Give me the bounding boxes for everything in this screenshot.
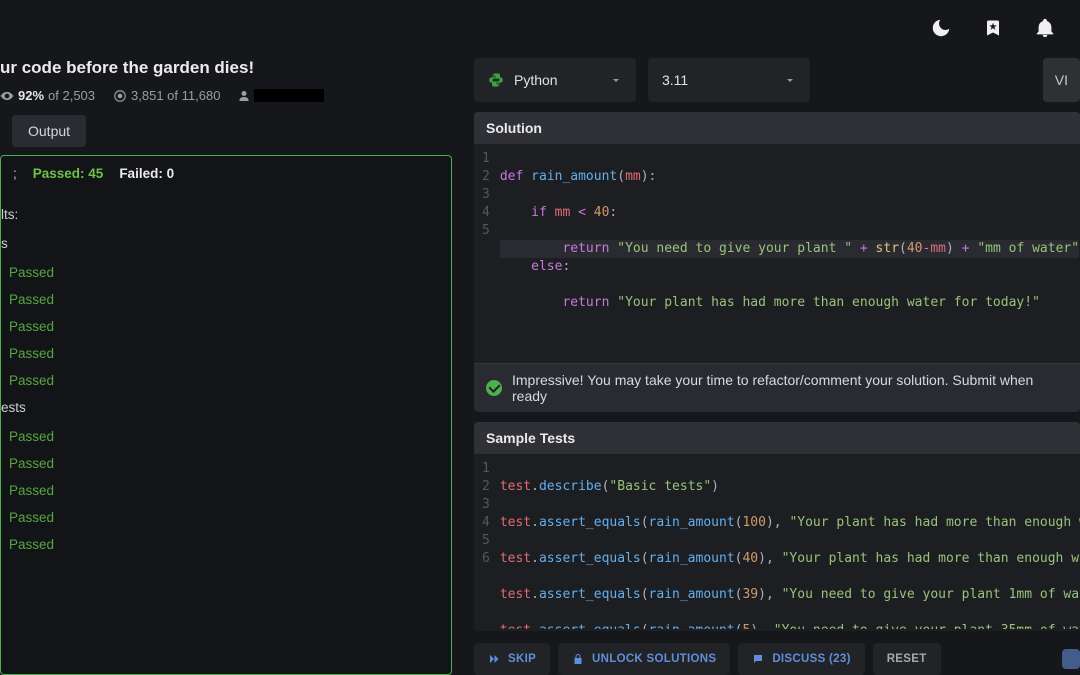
python-icon [488,72,504,88]
chevron-down-icon [610,74,622,86]
line-number: 1 [482,150,490,168]
solution-editor[interactable]: 1 2 3 4 5 def rain_amount(mm): if mm < 4… [474,144,1080,363]
test-result: Passed [1,531,451,558]
passed-count: Passed: 45 [33,166,104,181]
unlock-solutions-button[interactable]: UNLOCK SOLUTIONS [558,643,730,675]
test-result: Passed [1,340,451,367]
hint-text: Impressive! You may take your time to re… [512,372,1068,404]
results-section-title: lts: [1,197,451,230]
line-number: 3 [482,186,490,204]
satisfaction-stat: 92% of 2,503 [0,88,95,103]
chevron-down-icon [784,74,796,86]
line-number: 1 [482,460,490,478]
author-stat [238,89,324,102]
skip-button[interactable]: SKIP [474,643,550,675]
line-number: 6 [482,550,490,568]
line-number: 5 [482,222,490,240]
tab-output[interactable]: Output [12,115,86,147]
results-group-2: ests [1,394,451,423]
version-label: 3.11 [662,72,688,88]
version-select[interactable]: 3.11 [648,58,810,102]
vim-toggle[interactable]: VI [1043,58,1080,102]
submit-button[interactable] [1062,649,1080,669]
test-result: Passed [1,450,451,477]
tests-editor[interactable]: 1 2 3 4 5 6 test.describe("Basic tests")… [474,454,1080,629]
bookmark-icon[interactable] [984,17,1002,42]
line-number: 4 [482,514,490,532]
line-number: 2 [482,478,490,496]
results-panel: ; Passed: 45 Failed: 0 lts: s Passed Pas… [0,155,452,675]
test-result: Passed [1,313,451,340]
comment-icon [752,653,764,665]
bell-icon[interactable] [1034,17,1056,42]
test-result: Passed [1,286,451,313]
lock-icon [572,653,584,665]
line-number: 2 [482,168,490,186]
completions-stat: 3,851 of 11,680 [113,88,220,103]
test-result: Passed [1,259,451,286]
hint-bar: Impressive! You may take your time to re… [474,363,1080,412]
line-number: 4 [482,204,490,222]
reset-button[interactable]: RESET [873,643,941,675]
test-result: Passed [1,477,451,504]
language-select[interactable]: Python [474,58,636,102]
failed-count: Failed: 0 [119,166,174,181]
solution-title: Solution [474,112,1080,144]
tests-panel: Sample Tests 1 2 3 4 5 6 test.describe("… [474,422,1080,631]
time-stat: ; [13,166,17,181]
language-label: Python [514,72,558,88]
kata-meta: 92% of 2,503 3,851 of 11,680 [0,88,452,103]
solution-panel: Solution 1 2 3 4 5 def rain_amount(mm): … [474,112,1080,412]
kata-title: ur code before the garden dies! [0,58,452,78]
check-icon [486,380,502,396]
discuss-button[interactable]: DISCUSS (23) [738,643,864,675]
test-result: Passed [1,423,451,450]
moon-icon[interactable] [930,17,952,42]
line-number: 5 [482,532,490,550]
test-result: Passed [1,367,451,394]
line-number: 3 [482,496,490,514]
test-result: Passed [1,504,451,531]
skip-icon [488,653,500,665]
results-group-1: s [1,230,451,259]
tests-title: Sample Tests [474,422,1080,454]
